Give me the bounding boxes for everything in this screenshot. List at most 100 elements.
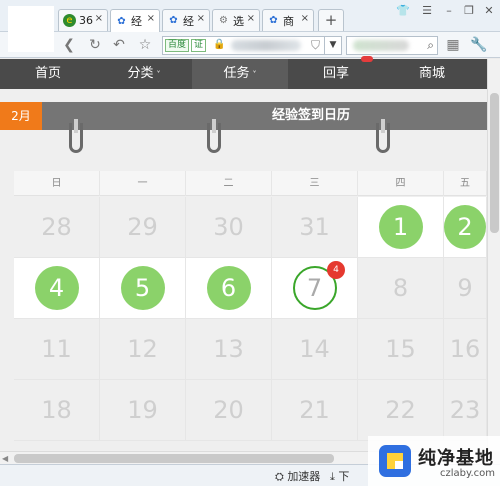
- calendar-day-cell[interactable]: 11: [14, 319, 100, 380]
- signed-day-marker: 4: [34, 266, 79, 310]
- calendar-day-cell[interactable]: 15: [358, 319, 444, 380]
- weekday-label: 五: [444, 171, 487, 196]
- calendar-day-cell[interactable]: 2: [444, 197, 487, 258]
- search-icon[interactable]: ⌕: [427, 38, 434, 53]
- vertical-scroll-thumb[interactable]: [490, 93, 499, 233]
- new-tab-button[interactable]: +: [318, 9, 344, 31]
- shirt-skin-icon[interactable]: 👕: [394, 3, 412, 19]
- address-toolbar: ❮ ↻ ↶ ☆ 百度 证 🔒 ⛉ ▼ ⌕ ▦ 🔧: [0, 32, 500, 58]
- nav-item-home[interactable]: 首页: [0, 59, 96, 89]
- cert-badge: 证: [191, 39, 207, 52]
- day-number: 14: [299, 335, 330, 363]
- day-number: 18: [41, 396, 72, 424]
- tools-wrench-icon[interactable]: 🔧: [470, 36, 488, 54]
- calendar-day-cell[interactable]: 12: [100, 319, 186, 380]
- url-field[interactable]: 百度 证 🔒 ⛉: [162, 36, 342, 55]
- month-tag: 2月: [0, 102, 42, 130]
- browser-tab[interactable]: ✿ 经 ×: [162, 9, 210, 31]
- menu-icon[interactable]: ☰: [418, 3, 436, 19]
- favorite-star-icon[interactable]: ☆: [136, 36, 154, 54]
- calendar-day-cell[interactable]: 28: [14, 197, 100, 258]
- weekday-label: 一: [100, 171, 186, 196]
- calendar-day-cell[interactable]: 7: [272, 258, 358, 319]
- nav-item-tasks[interactable]: 任务 ˅: [192, 59, 288, 89]
- apps-grid-icon[interactable]: ▦: [444, 36, 462, 54]
- close-icon[interactable]: ×: [301, 13, 309, 24]
- weekday-label: 二: [186, 171, 272, 196]
- calendar-day-cell[interactable]: 19: [100, 380, 186, 441]
- calendar-day-cell[interactable]: 23: [444, 380, 487, 441]
- calendar-day-cell[interactable]: 1: [358, 197, 444, 258]
- day-number: 11: [41, 335, 72, 363]
- url-dropdown-icon[interactable]: ▼: [324, 36, 342, 55]
- accelerator-button[interactable]: ⛭ 加速器: [275, 468, 320, 484]
- calendar-day-cell[interactable]: 14: [272, 319, 358, 380]
- shield-icon[interactable]: ⛉: [311, 38, 320, 53]
- baidu-paw-icon: ✿: [169, 15, 178, 26]
- day-number: 30: [213, 213, 244, 241]
- download-icon: ⤓: [330, 470, 335, 483]
- redacted-url: [231, 40, 301, 51]
- day-number: 28: [41, 213, 72, 241]
- day-number: 21: [299, 396, 330, 424]
- search-input[interactable]: ⌕: [346, 36, 438, 55]
- calendar-day-cell[interactable]: 18: [14, 380, 100, 441]
- calendar-day-cell[interactable]: 16: [444, 319, 487, 380]
- calendar-day-cell[interactable]: 9: [444, 258, 487, 319]
- baidu-paw-icon: ✿: [269, 15, 278, 26]
- calendar-day-cell[interactable]: 21: [272, 380, 358, 441]
- refresh-icon[interactable]: ↻: [86, 36, 104, 54]
- download-button[interactable]: ⤓ 下: [330, 468, 349, 484]
- day-number: 23: [449, 396, 481, 424]
- window-close-icon[interactable]: ✕: [480, 3, 498, 19]
- gear-icon: ⚙: [219, 15, 228, 26]
- calendar-day-cell[interactable]: 4: [14, 258, 100, 319]
- browser-tab-active[interactable]: ✿ 经 ×: [110, 9, 160, 32]
- signed-day-marker: 2: [444, 205, 486, 249]
- browser-tab[interactable]: ✿ 商 ×: [262, 9, 314, 31]
- day-number: 19: [127, 396, 158, 424]
- calendar-day-cell[interactable]: 8: [358, 258, 444, 319]
- weekday-label: 四: [358, 171, 444, 196]
- vertical-scrollbar[interactable]: [487, 59, 500, 451]
- site-nav: 首页 分类 ˅ 任务 ˅ 回享 商城: [0, 59, 487, 89]
- calendar-day-cell[interactable]: 22: [358, 380, 444, 441]
- back-icon[interactable]: ❮: [60, 36, 78, 54]
- minimize-icon[interactable]: –: [440, 3, 458, 19]
- close-icon[interactable]: ×: [247, 13, 255, 24]
- day-number: 15: [385, 335, 416, 363]
- day-number: 22: [385, 396, 416, 424]
- binder-ring-icon: [376, 119, 390, 153]
- calendar-day-cell[interactable]: 5: [100, 258, 186, 319]
- 360-icon: e: [63, 14, 76, 27]
- browser-tab[interactable]: e 36 ×: [58, 9, 108, 31]
- calendar-day-cell[interactable]: 29: [100, 197, 186, 258]
- undo-icon[interactable]: ↶: [110, 36, 128, 54]
- lock-icon: 🔒: [213, 39, 226, 50]
- nav-item-category[interactable]: 分类 ˅: [96, 59, 192, 89]
- notification-badge: 4: [327, 261, 345, 279]
- baidu-badge: 百度: [165, 39, 190, 52]
- restore-icon[interactable]: ❐: [460, 3, 478, 19]
- day-number: 8: [392, 274, 409, 302]
- nav-item-mall[interactable]: 商城: [384, 59, 480, 89]
- calendar-day-cell[interactable]: 13: [186, 319, 272, 380]
- horizontal-scroll-thumb[interactable]: [14, 454, 334, 463]
- accelerator-icon: ⛭: [275, 470, 284, 483]
- watermark-url: czlaby.com: [440, 468, 496, 479]
- chevron-down-icon: ˅: [252, 70, 257, 79]
- close-icon[interactable]: ×: [147, 13, 155, 24]
- close-icon[interactable]: ×: [95, 13, 103, 24]
- hot-dot-badge: [361, 56, 373, 62]
- calendar-day-cell[interactable]: 6: [186, 258, 272, 319]
- day-number: 16: [449, 335, 481, 363]
- calendar-day-cell[interactable]: 20: [186, 380, 272, 441]
- calendar-day-cell[interactable]: 30: [186, 197, 272, 258]
- nav-item-share[interactable]: 回享: [288, 59, 384, 89]
- browser-tab[interactable]: ⚙ 选 ×: [212, 9, 260, 31]
- day-number: 9: [457, 274, 473, 302]
- watermark-title: 纯净基地: [418, 448, 494, 469]
- signed-day-marker: 6: [206, 266, 251, 310]
- close-icon[interactable]: ×: [197, 13, 205, 24]
- calendar-day-cell[interactable]: 31: [272, 197, 358, 258]
